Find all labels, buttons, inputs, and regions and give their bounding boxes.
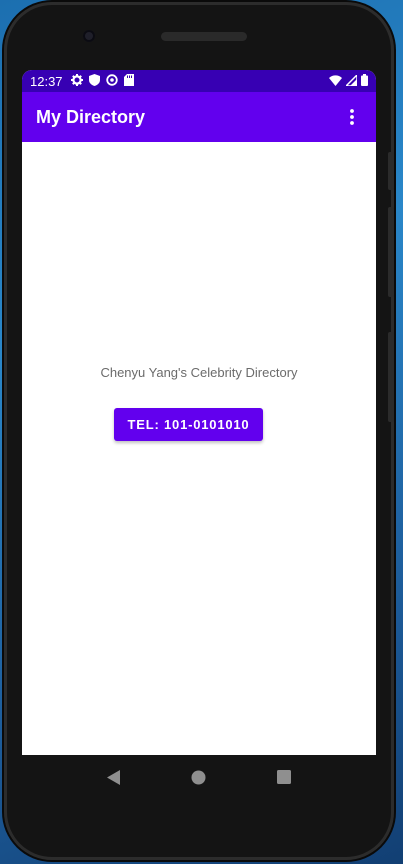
directory-heading: Chenyu Yang's Celebrity Directory: [100, 365, 298, 380]
front-camera: [83, 30, 95, 42]
volume-up-button: [388, 152, 394, 190]
sd-card-icon: [123, 73, 134, 89]
main-content: Chenyu Yang's Celebrity Directory TEL: 1…: [22, 142, 376, 755]
overflow-menu-icon[interactable]: [342, 105, 362, 129]
gear-icon: [70, 73, 83, 89]
tel-button[interactable]: TEL: 101-0101010: [114, 408, 263, 441]
status-bar: 12:37: [22, 70, 376, 92]
sync-icon: [105, 73, 118, 89]
app-title: My Directory: [36, 106, 146, 127]
status-time: 12:37: [30, 73, 63, 89]
wifi-icon: [329, 74, 342, 89]
device-screen: 12:37 My Directory Chenyu Yang's Celebri…: [22, 70, 376, 755]
navigation-bar: [22, 755, 376, 799]
volume-down-button: [388, 207, 394, 297]
status-icons-right: [329, 72, 368, 89]
shield-icon: [88, 73, 100, 89]
cell-signal-icon: [344, 72, 358, 89]
earpiece-speaker: [161, 32, 247, 41]
home-icon[interactable]: [187, 765, 211, 789]
back-icon[interactable]: [102, 765, 126, 789]
power-button: [388, 332, 394, 422]
app-toolbar: My Directory: [22, 92, 376, 142]
recents-icon[interactable]: [272, 765, 296, 789]
status-icons-left: [70, 73, 134, 89]
battery-icon: [361, 73, 368, 89]
